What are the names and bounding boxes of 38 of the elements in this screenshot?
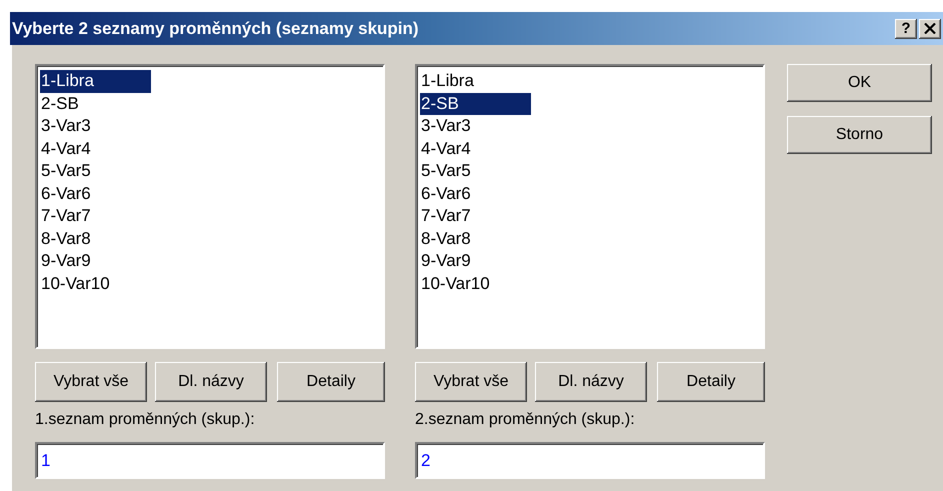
list-item[interactable]: 3-Var3	[420, 115, 531, 138]
list-item[interactable]: 7-Var7	[420, 205, 531, 228]
list-item[interactable]: 6-Var6	[420, 182, 531, 205]
help-button[interactable]: ?	[895, 18, 917, 38]
list-item[interactable]: 2-SB	[40, 92, 151, 115]
dialog-button[interactable]: Storno	[787, 116, 932, 154]
close-button[interactable]	[919, 18, 941, 38]
input-field[interactable]: 2	[415, 442, 765, 479]
list-item[interactable]: 5-Var5	[40, 160, 151, 182]
list-button[interactable]: Vybrat vše	[35, 362, 147, 402]
variable-list[interactable]: 1-Libra 2-SB 3-Var3 4-Var4 5-Var5 6-Var6 7-Var7 8-Var8 9-Var9 10-Var10	[35, 64, 385, 349]
variable-list[interactable]: 1-Libra 2-SB 3-Var3 4-Var4 5-Var5 6-Var6 7-Var7 8-Var8 9-Var9 10-Var10	[415, 64, 765, 349]
list-item[interactable]: 3-Var3	[40, 115, 151, 138]
input-field[interactable]: 1	[35, 442, 385, 479]
list-item[interactable]: 2-SB	[420, 92, 531, 115]
dialog-button[interactable]: OK	[787, 64, 932, 102]
list-item[interactable]: 4-Var4	[420, 138, 531, 160]
list-item[interactable]: 9-Var9	[420, 250, 531, 272]
list-button[interactable]: Dl. názvy	[535, 362, 647, 402]
list-item[interactable]: 1-Libra	[420, 70, 531, 92]
list-button[interactable]: Vybrat vše	[415, 362, 527, 402]
list-item[interactable]: 9-Var9	[40, 250, 151, 272]
list-item[interactable]: 4-Var4	[40, 138, 151, 160]
list-item[interactable]: 10-Var10	[40, 272, 151, 295]
list-button[interactable]: Dl. názvy	[155, 362, 267, 402]
field-label: 2.seznam proměnných (skup.):	[415, 411, 635, 429]
list-button[interactable]: Detaily	[277, 362, 385, 402]
window-title: Vyberte 2 seznamy proměnných (seznamy skupin)	[12, 18, 420, 38]
list-button[interactable]: Detaily	[657, 362, 765, 402]
list-item[interactable]: 6-Var6	[40, 182, 151, 205]
field-label: 1.seznam proměnných (skup.):	[35, 411, 255, 429]
close-icon	[924, 23, 936, 34]
list-item[interactable]: 8-Var8	[40, 228, 151, 250]
list-item[interactable]: 10-Var10	[420, 272, 531, 295]
list-item[interactable]: 7-Var7	[40, 205, 151, 228]
list-item[interactable]: 8-Var8	[420, 228, 531, 250]
list-item[interactable]: 1-Libra	[40, 70, 151, 92]
list-item[interactable]: 5-Var5	[420, 160, 531, 182]
